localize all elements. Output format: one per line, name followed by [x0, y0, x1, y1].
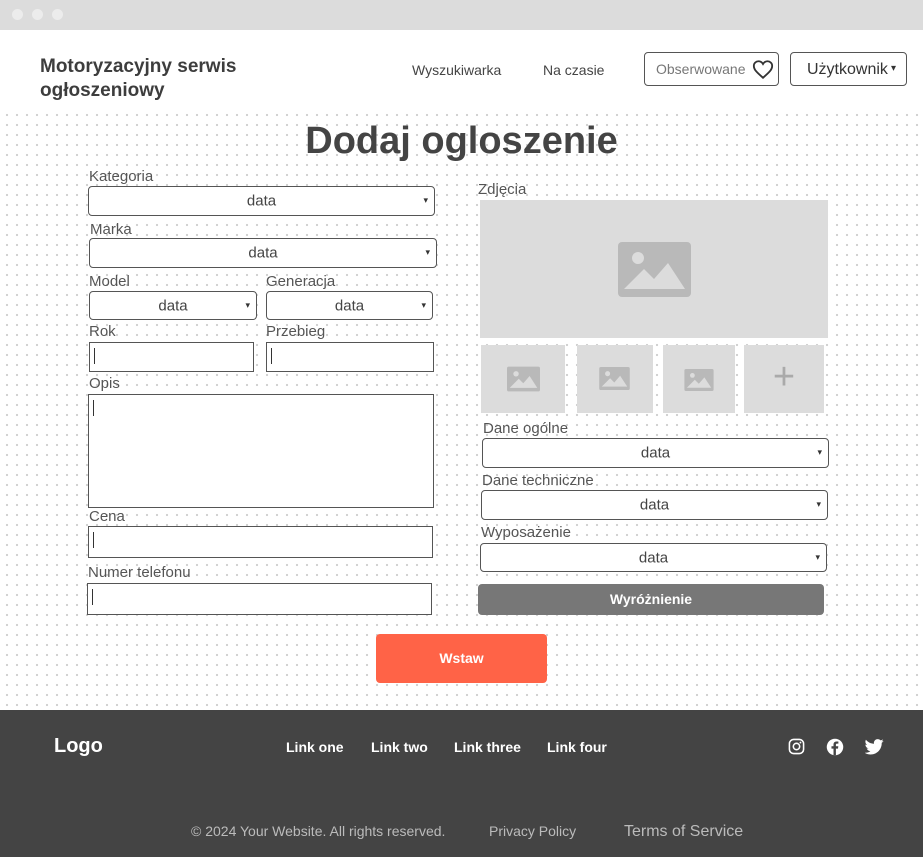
footer-link-one[interactable]: Link one — [286, 739, 344, 755]
generation-label: Generacja — [266, 273, 336, 290]
page-title: Dodaj ogloszenie — [305, 120, 618, 162]
text-caret — [271, 348, 272, 364]
watched-label: Obserwowane — [656, 61, 746, 77]
year-input[interactable] — [89, 342, 254, 372]
year-label: Rok — [89, 323, 116, 340]
chevron-down-icon: ▾ — [423, 194, 428, 205]
nav-trending-link[interactable]: Na czasie — [543, 62, 604, 78]
chevron-down-icon: ▾ — [817, 446, 822, 457]
price-input[interactable] — [88, 526, 433, 558]
highlight-button[interactable]: Wyróżnienie — [478, 584, 824, 615]
heart-icon — [752, 60, 774, 79]
price-label: Cena — [89, 508, 125, 525]
description-textarea[interactable] — [88, 394, 434, 508]
privacy-policy-link[interactable]: Privacy Policy — [489, 823, 576, 839]
phone-label: Numer telefonu — [88, 564, 191, 581]
brand-select[interactable]: data ▾ — [89, 238, 437, 268]
window-dot — [12, 9, 23, 20]
nav-search-link[interactable]: Wyszukiwarka — [412, 62, 501, 78]
chevron-down-icon: ▾ — [245, 299, 250, 310]
image-placeholder-icon — [684, 369, 714, 391]
image-placeholder-icon — [618, 242, 691, 297]
facebook-icon[interactable] — [826, 738, 844, 756]
category-value: data — [246, 192, 277, 210]
footer-link-three[interactable]: Link three — [454, 739, 521, 755]
chevron-down-icon: ▾ — [425, 246, 430, 257]
image-placeholder-icon — [507, 366, 540, 392]
phone-input[interactable] — [87, 583, 432, 615]
user-menu-label: Użytkownik — [807, 61, 888, 78]
text-caret — [93, 532, 94, 548]
description-label: Opis — [89, 375, 120, 392]
general-data-label: Dane ogólne — [483, 420, 569, 437]
text-caret — [94, 348, 95, 364]
mileage-label: Przebieg — [266, 323, 326, 340]
window-chrome — [0, 0, 923, 30]
watched-button[interactable]: Obserwowane — [644, 52, 779, 86]
footer-link-two[interactable]: Link two — [371, 739, 428, 755]
text-caret — [93, 400, 94, 416]
model-value: data — [158, 297, 188, 314]
general-data-select[interactable]: data ▾ — [482, 438, 829, 468]
mileage-input[interactable] — [266, 342, 434, 372]
chevron-down-icon: ▾ — [816, 498, 821, 509]
chevron-down-icon: ▾ — [891, 63, 897, 74]
terms-of-service-link[interactable]: Terms of Service — [624, 823, 743, 841]
brand-value: data — [248, 244, 278, 262]
chevron-down-icon: ▾ — [815, 551, 820, 562]
copyright-text: © 2024 Your Website. All rights reserved… — [191, 823, 446, 839]
image-placeholder-icon — [599, 367, 630, 390]
generation-value: data — [334, 297, 365, 314]
main-photo-slot[interactable] — [480, 200, 828, 338]
photo-slot[interactable] — [663, 345, 735, 413]
instagram-icon[interactable] — [788, 738, 805, 755]
model-select[interactable]: data ▾ — [89, 291, 257, 320]
model-label: Model — [89, 273, 130, 290]
technical-data-select[interactable]: data ▾ — [481, 490, 828, 520]
footer-logo[interactable]: Logo — [54, 735, 103, 758]
chevron-down-icon: ▾ — [421, 299, 426, 310]
equipment-select[interactable]: data ▾ — [480, 543, 827, 572]
generation-select[interactable]: data ▾ — [266, 291, 433, 320]
technical-data-label: Dane techniczne — [482, 472, 594, 489]
footer-link-four[interactable]: Link four — [547, 739, 607, 755]
photo-slot[interactable] — [481, 345, 565, 413]
general-data-value: data — [640, 444, 671, 462]
window-dot — [52, 9, 63, 20]
photos-label: Zdjęcia — [478, 181, 527, 198]
equipment-value: data — [638, 549, 669, 566]
technical-data-value: data — [639, 496, 670, 514]
category-label: Kategoria — [89, 168, 154, 185]
photo-slot[interactable] — [577, 345, 653, 413]
plus-icon: + — [772, 356, 796, 398]
window-dot — [32, 9, 43, 20]
brand-label: Marka — [90, 221, 132, 238]
category-select[interactable]: data ▾ — [88, 186, 435, 216]
submit-button[interactable]: Wstaw — [376, 634, 547, 683]
add-photo-button[interactable]: + — [744, 345, 824, 413]
user-menu-button[interactable]: Użytkownik ▾ — [790, 52, 907, 86]
text-caret — [92, 589, 93, 605]
footer — [0, 710, 923, 857]
site-brand[interactable]: Motoryzacyjny serwis ogłoszeniowy — [40, 55, 300, 103]
twitter-icon[interactable] — [865, 739, 884, 755]
equipment-label: Wyposażenie — [481, 524, 571, 541]
